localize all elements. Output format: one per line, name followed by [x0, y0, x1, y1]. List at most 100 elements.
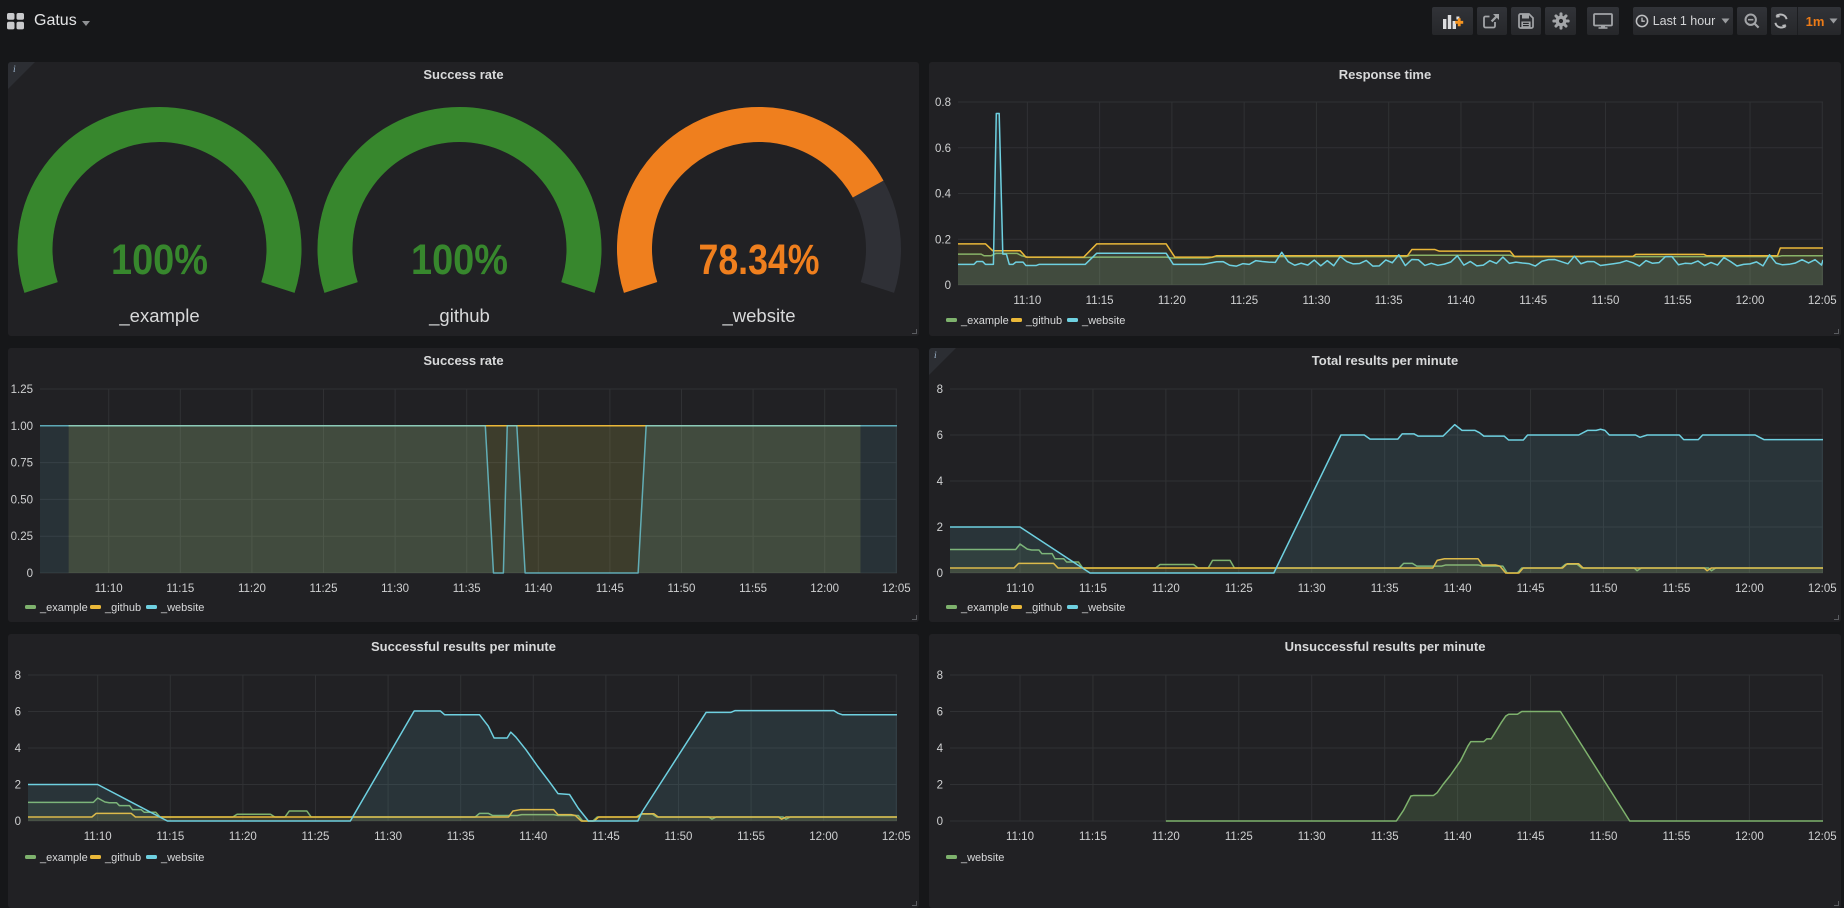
svg-text:11:35: 11:35 [1371, 831, 1399, 843]
svg-text:6: 6 [937, 430, 943, 442]
svg-text:11:40: 11:40 [1444, 831, 1472, 843]
svg-text:12:00: 12:00 [1735, 583, 1764, 595]
svg-text:1.25: 1.25 [11, 384, 33, 396]
svg-text:11:15: 11:15 [1079, 583, 1107, 595]
svg-text:11:30: 11:30 [374, 831, 402, 843]
svg-text:11:50: 11:50 [1590, 831, 1618, 843]
svg-text:11:15: 11:15 [166, 583, 194, 595]
svg-text:0.75: 0.75 [11, 458, 33, 470]
svg-text:_example: _example [960, 315, 1009, 327]
svg-text:_website: _website [160, 852, 204, 864]
svg-text:_example: _example [118, 305, 199, 327]
svg-text:1.00: 1.00 [11, 421, 33, 433]
svg-text:6: 6 [15, 707, 21, 719]
svg-text:11:45: 11:45 [596, 583, 624, 595]
svg-text:11:25: 11:25 [1225, 583, 1253, 595]
svg-text:11:20: 11:20 [238, 583, 266, 595]
svg-text:11:10: 11:10 [84, 831, 112, 843]
svg-text:_github: _github [428, 305, 490, 327]
svg-text:78.34%: 78.34% [699, 236, 820, 284]
svg-text:12:05: 12:05 [882, 583, 911, 595]
svg-text:12:05: 12:05 [1808, 831, 1837, 843]
svg-text:0: 0 [15, 816, 21, 828]
svg-text:11:55: 11:55 [1662, 831, 1690, 843]
svg-text:0.25: 0.25 [11, 531, 33, 543]
svg-text:11:45: 11:45 [1517, 583, 1545, 595]
svg-text:2: 2 [15, 780, 21, 792]
svg-text:11:40: 11:40 [524, 583, 552, 595]
svg-text:11:40: 11:40 [1444, 583, 1472, 595]
svg-text:11:35: 11:35 [453, 583, 481, 595]
svg-text:100%: 100% [411, 236, 508, 284]
svg-text:0.2: 0.2 [935, 234, 951, 246]
svg-text:8: 8 [937, 384, 943, 396]
svg-text:4: 4 [937, 476, 944, 488]
svg-text:0.50: 0.50 [11, 494, 33, 506]
svg-text:2: 2 [937, 780, 943, 792]
svg-text:11:55: 11:55 [737, 831, 765, 843]
svg-text:11:25: 11:25 [1230, 295, 1258, 307]
svg-text:11:55: 11:55 [1664, 295, 1692, 307]
svg-text:11:15: 11:15 [1079, 831, 1107, 843]
svg-text:4: 4 [15, 743, 22, 755]
svg-text:0.4: 0.4 [935, 189, 952, 201]
svg-text:2: 2 [937, 522, 943, 534]
svg-text:11:55: 11:55 [739, 583, 767, 595]
svg-text:100%: 100% [111, 236, 208, 284]
svg-text:_github: _github [1025, 315, 1062, 327]
svg-text:11:50: 11:50 [665, 831, 693, 843]
svg-text:4: 4 [937, 743, 944, 755]
svg-text:_example: _example [960, 602, 1009, 614]
svg-text:11:10: 11:10 [1006, 831, 1034, 843]
svg-text:0.8: 0.8 [935, 97, 951, 109]
svg-text:11:50: 11:50 [1590, 583, 1618, 595]
svg-text:11:35: 11:35 [1375, 295, 1403, 307]
svg-text:0: 0 [27, 568, 33, 580]
svg-text:_github: _github [1025, 602, 1062, 614]
svg-text:12:00: 12:00 [1735, 831, 1764, 843]
svg-text:8: 8 [937, 670, 943, 682]
svg-text:11:20: 11:20 [229, 831, 257, 843]
svg-text:0: 0 [937, 816, 943, 828]
svg-text:11:50: 11:50 [668, 583, 696, 595]
svg-text:0: 0 [945, 280, 951, 292]
svg-text:_github: _github [104, 852, 141, 864]
svg-text:11:15: 11:15 [1086, 295, 1114, 307]
svg-text:8: 8 [15, 670, 21, 682]
svg-text:_example: _example [39, 852, 88, 864]
svg-text:12:00: 12:00 [1736, 295, 1765, 307]
svg-text:11:45: 11:45 [592, 831, 620, 843]
svg-text:_website: _website [1081, 315, 1125, 327]
svg-text:11:10: 11:10 [1006, 583, 1034, 595]
svg-text:_website: _website [960, 852, 1004, 864]
svg-text:11:30: 11:30 [1302, 295, 1330, 307]
svg-text:11:55: 11:55 [1662, 583, 1690, 595]
svg-text:_example: _example [39, 602, 88, 614]
svg-text:11:10: 11:10 [95, 583, 123, 595]
svg-text:11:30: 11:30 [1298, 831, 1326, 843]
svg-text:12:00: 12:00 [809, 831, 838, 843]
svg-text:_website: _website [721, 305, 795, 327]
svg-text:_website: _website [160, 602, 204, 614]
svg-text:11:35: 11:35 [1371, 583, 1399, 595]
svg-text:11:40: 11:40 [1447, 295, 1475, 307]
svg-text:11:20: 11:20 [1152, 831, 1180, 843]
svg-text:0.6: 0.6 [935, 143, 951, 155]
svg-text:_website: _website [1081, 602, 1125, 614]
svg-text:11:50: 11:50 [1592, 295, 1620, 307]
svg-text:0: 0 [937, 568, 943, 580]
svg-text:12:00: 12:00 [810, 583, 839, 595]
svg-text:11:15: 11:15 [156, 831, 184, 843]
svg-text:11:30: 11:30 [381, 583, 409, 595]
svg-text:11:40: 11:40 [519, 831, 547, 843]
svg-text:11:45: 11:45 [1519, 295, 1547, 307]
svg-text:11:20: 11:20 [1158, 295, 1186, 307]
svg-text:6: 6 [937, 707, 943, 719]
svg-text:12:05: 12:05 [1808, 583, 1837, 595]
svg-text:11:10: 11:10 [1013, 295, 1041, 307]
svg-text:_github: _github [104, 602, 141, 614]
svg-text:11:25: 11:25 [1225, 831, 1253, 843]
svg-text:11:25: 11:25 [310, 583, 338, 595]
svg-text:11:25: 11:25 [302, 831, 330, 843]
svg-text:11:20: 11:20 [1152, 583, 1180, 595]
